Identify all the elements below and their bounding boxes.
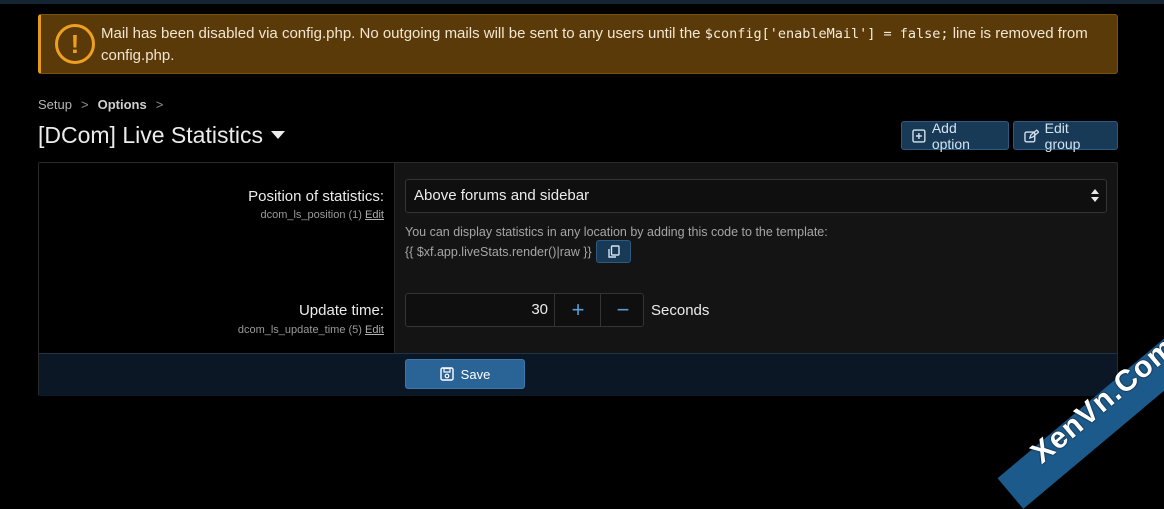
copy-icon bbox=[607, 245, 620, 258]
position-selected-value: Above forums and sidebar bbox=[414, 187, 590, 204]
decrement-button[interactable]: − bbox=[601, 294, 645, 326]
watermark: XenVn.Com bbox=[997, 300, 1164, 509]
save-button[interactable]: Save bbox=[405, 359, 525, 389]
units-label: Seconds bbox=[651, 302, 710, 319]
edit-group-label: Edit group bbox=[1044, 119, 1081, 152]
update-time-edit-link[interactable]: Edit bbox=[365, 324, 384, 336]
notice-code: $config['enableMail'] = false; bbox=[704, 26, 949, 42]
add-option-label: Add option bbox=[931, 119, 970, 152]
update-time-hint: dcom_ls_update_time (5) Edit bbox=[238, 324, 384, 336]
update-time-stepper: 30 + − bbox=[405, 293, 644, 327]
page-title[interactable]: [DCom] Live Statistics bbox=[38, 122, 285, 149]
position-select[interactable]: Above forums and sidebar bbox=[405, 179, 1107, 213]
increment-button[interactable]: + bbox=[556, 294, 601, 326]
copy-button[interactable] bbox=[596, 240, 631, 263]
breadcrumb-setup[interactable]: Setup bbox=[38, 97, 72, 112]
update-time-label: Update time: bbox=[298, 302, 384, 319]
plus-square-icon bbox=[912, 128, 926, 143]
save-label: Save bbox=[460, 366, 491, 382]
position-option-id: dcom_ls_position (1) bbox=[260, 209, 362, 221]
breadcrumb: Setup > Options > bbox=[38, 97, 172, 112]
save-icon bbox=[439, 367, 454, 381]
position-label: Position of statistics: bbox=[248, 188, 384, 205]
form-footer bbox=[39, 353, 1117, 396]
exclamation-circle-icon: ! bbox=[55, 24, 95, 64]
update-time-input[interactable]: 30 bbox=[406, 294, 555, 326]
label-column: Position of statistics: dcom_ls_position… bbox=[39, 163, 395, 353]
edit-icon bbox=[1024, 128, 1039, 143]
breadcrumb-options[interactable]: Options bbox=[98, 97, 147, 112]
breadcrumb-separator: > bbox=[80, 97, 89, 112]
breadcrumb-separator: > bbox=[155, 97, 164, 112]
mail-disabled-notice: ! Mail has been disabled via config.php.… bbox=[38, 14, 1118, 74]
update-time-option-id: dcom_ls_update_time (5) bbox=[237, 324, 362, 336]
top-bar bbox=[0, 0, 1164, 4]
position-edit-link[interactable]: Edit bbox=[365, 209, 384, 221]
options-form: Position of statistics: dcom_ls_position… bbox=[38, 162, 1118, 396]
select-arrows-icon bbox=[1091, 189, 1099, 202]
caret-down-icon[interactable] bbox=[270, 131, 285, 139]
position-hint: dcom_ls_position (1) Edit bbox=[260, 209, 384, 221]
edit-group-button[interactable]: Edit group bbox=[1013, 119, 1118, 152]
add-option-button[interactable]: Add option bbox=[901, 119, 1009, 152]
notice-text: Mail has been disabled via config.php. N… bbox=[101, 23, 1111, 67]
explain-text: You can display statistics in any locati… bbox=[405, 225, 828, 239]
notice-text-before: Mail has been disabled via config.php. N… bbox=[101, 25, 705, 42]
page-title-text: [DCom] Live Statistics bbox=[38, 122, 263, 148]
